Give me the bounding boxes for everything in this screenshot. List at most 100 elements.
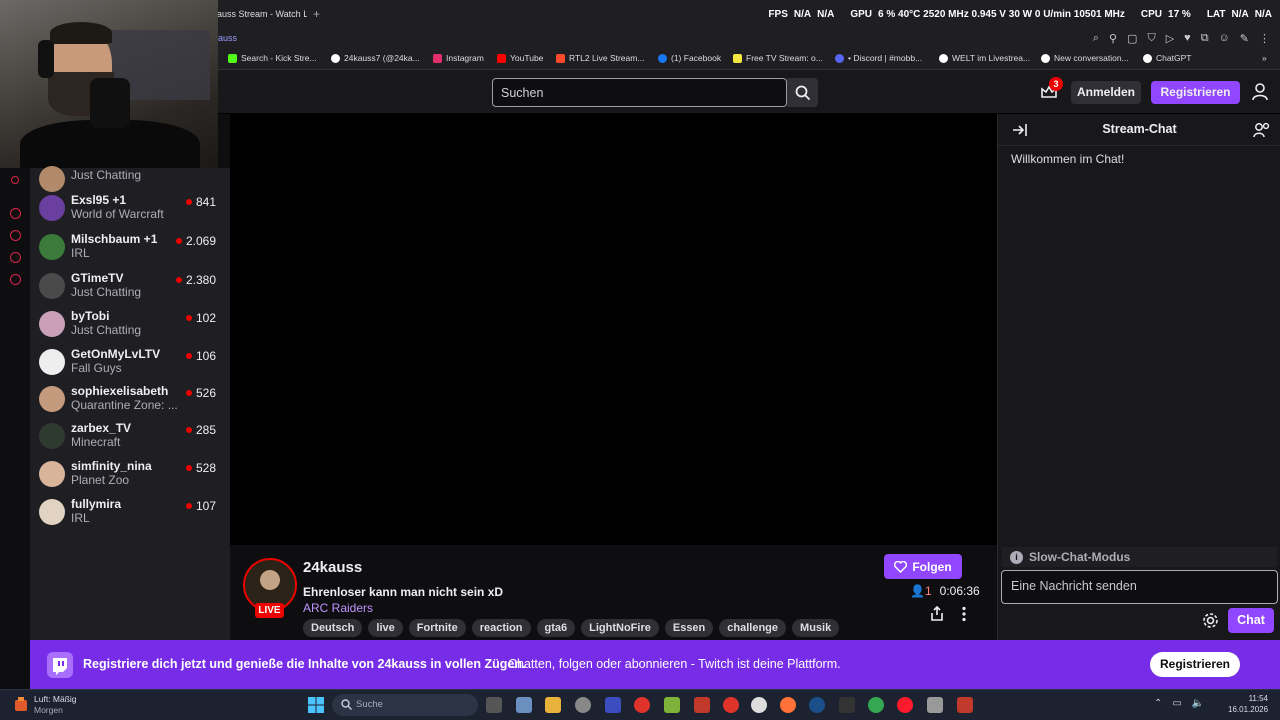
tag[interactable]: Deutsch: [303, 619, 363, 637]
history-icon[interactable]: [10, 230, 21, 241]
tag[interactable]: LightNoFire: [581, 619, 659, 637]
tag[interactable]: live: [368, 619, 403, 637]
channel-item[interactable]: fullymira IRL 107: [30, 495, 230, 531]
channel-item[interactable]: sophiexelisabeth Quarantine Zone: ... 52…: [30, 382, 230, 418]
extensions-icon[interactable]: ⧉: [1201, 32, 1209, 45]
volume-icon[interactable]: 🔈: [1192, 698, 1204, 709]
menu-icon[interactable]: ⋮: [1259, 32, 1270, 45]
video-player[interactable]: [230, 114, 997, 545]
pin-icon[interactable]: ⚲: [1109, 32, 1117, 45]
twitch-small-icon[interactable]: [11, 176, 19, 184]
play-icon[interactable]: ▷: [1166, 32, 1174, 45]
share-icon[interactable]: [930, 606, 944, 621]
search-input[interactable]: Suchen: [492, 78, 787, 107]
instagram-icon: [433, 53, 442, 63]
settings-icon[interactable]: [10, 274, 21, 285]
user-icon[interactable]: [1252, 83, 1268, 101]
channel-item[interactable]: Exsl95 +1 World of Warcraft 841: [30, 191, 230, 227]
channel-name: simfinity_nina: [71, 459, 152, 473]
live-dot-icon: [185, 427, 192, 433]
bookmark-instagram[interactable]: Instagram: [433, 53, 484, 63]
bookmark-freetv[interactable]: Free TV Stream: o...: [733, 53, 823, 63]
streamer-name[interactable]: 24kauss: [303, 559, 362, 576]
channel-item[interactable]: simfinity_nina Planet Zoo 528: [30, 457, 230, 493]
bookmark-welt[interactable]: WELT im Livestrea...: [939, 53, 1030, 63]
tag[interactable]: Essen: [664, 619, 714, 637]
heart-icon[interactable]: ♥: [1184, 32, 1191, 45]
weather-icon[interactable]: [12, 696, 30, 714]
bookmarks-overflow[interactable]: »: [1262, 53, 1267, 63]
ai-icon[interactable]: ✎: [1240, 32, 1249, 45]
channel-item[interactable]: zarbex_TV Minecraft 285: [30, 419, 230, 455]
bookmark-chatgpt[interactable]: ChatGPT: [1143, 53, 1191, 63]
red-app-2-icon[interactable]: [723, 697, 739, 713]
register-button[interactable]: Registrieren: [1151, 81, 1240, 104]
notepad-icon[interactable]: [516, 697, 532, 713]
tag[interactable]: Musik: [792, 619, 840, 637]
game-link[interactable]: ARC Raiders: [303, 601, 373, 615]
network-app-icon[interactable]: [927, 697, 943, 713]
ubisoft-icon[interactable]: [751, 697, 767, 713]
live-dot-icon: [185, 353, 192, 359]
tag[interactable]: Fortnite: [408, 619, 466, 637]
bookmark-youtube[interactable]: YouTube: [497, 53, 543, 63]
browser-tab[interactable]: auss Stream - Watch L: [217, 9, 307, 19]
avatar: [39, 423, 65, 449]
channel-game: Quarantine Zone: ...: [71, 398, 178, 412]
bookmark-discord[interactable]: • Discord | #mobb...: [835, 53, 922, 63]
more-options-icon[interactable]: [959, 606, 969, 622]
banner-register-button[interactable]: Registrieren: [1150, 652, 1240, 677]
new-tab-button[interactable]: +: [313, 7, 320, 21]
gear-icon[interactable]: [1202, 612, 1219, 629]
avatar: [39, 499, 65, 525]
system-clock[interactable]: 11:54 16.01.2026: [1228, 693, 1268, 715]
shield-icon[interactable]: ⛉: [1147, 32, 1155, 45]
chat-input[interactable]: Eine Nachricht senden: [1001, 570, 1278, 604]
media-app-icon[interactable]: [694, 697, 710, 713]
bookmark-rtl2[interactable]: RTL2 Live Stream...: [556, 53, 644, 63]
steam-icon[interactable]: [809, 697, 825, 713]
webcam-person-hair: [50, 22, 112, 44]
tag[interactable]: reaction: [471, 619, 531, 637]
bookmark-new-conversation[interactable]: New conversation...: [1041, 53, 1129, 63]
heart-outline-icon[interactable]: [10, 252, 21, 263]
cube-app-icon[interactable]: [664, 697, 680, 713]
following-icon[interactable]: [10, 208, 21, 219]
search-button[interactable]: [787, 78, 818, 107]
follow-button[interactable]: Folgen: [884, 554, 962, 579]
v-app-icon[interactable]: [605, 697, 621, 713]
opera-icon[interactable]: [897, 697, 913, 713]
chevron-up-icon[interactable]: ⌃: [1154, 698, 1162, 709]
channel-item[interactable]: Milschbaum +1 IRL 2.069: [30, 230, 230, 266]
community-icon[interactable]: [1253, 122, 1271, 138]
channel-game: Just Chatting: [71, 168, 142, 182]
headset-icon: [38, 40, 54, 78]
bookmark-tiktok[interactable]: 24kauss7 (@24ka...: [331, 53, 420, 63]
zoom-icon[interactable]: ⌕: [1093, 32, 1099, 45]
tag[interactable]: gta6: [536, 619, 576, 637]
channel-item[interactable]: GTimeTV Just Chatting 2.380: [30, 269, 230, 305]
epic-games-icon[interactable]: [839, 697, 855, 713]
windows-start-icon[interactable]: [308, 697, 324, 713]
bookmark-kick[interactable]: Search - Kick Stre...: [228, 53, 317, 63]
file-explorer-icon[interactable]: [486, 697, 502, 713]
login-button[interactable]: Anmelden: [1071, 81, 1141, 104]
folder-icon[interactable]: [545, 697, 561, 713]
chrome-icon[interactable]: [868, 697, 884, 713]
channel-item[interactable]: GetOnMyLvLTV Fall Guys 106: [30, 345, 230, 381]
monitor-icon[interactable]: ▭: [1172, 698, 1181, 709]
other-app-icon[interactable]: [957, 697, 973, 713]
mouse-icon[interactable]: [575, 697, 591, 713]
chat-title: Stream-Chat: [1102, 122, 1177, 136]
chat-send-button[interactable]: Chat: [1228, 608, 1274, 633]
url-text[interactable]: auss: [218, 33, 237, 43]
bookmark-facebook[interactable]: (1) Facebook: [658, 53, 721, 63]
red-app-icon[interactable]: [634, 697, 650, 713]
taskbar-search[interactable]: Suche: [332, 694, 478, 716]
channel-item[interactable]: byTobi Just Chatting 102: [30, 307, 230, 343]
firefox-icon[interactable]: [780, 697, 796, 713]
tag[interactable]: challenge: [719, 619, 787, 637]
person-icon: 👤: [910, 584, 925, 598]
screenshot-icon[interactable]: ▢: [1127, 32, 1137, 45]
profile-icon[interactable]: ☺: [1219, 32, 1230, 45]
